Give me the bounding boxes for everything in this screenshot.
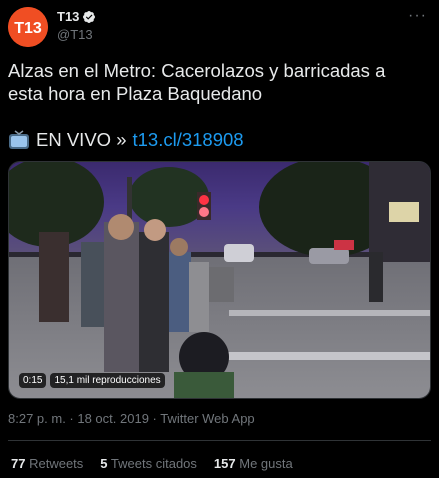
tweet-text: Alzas en el Metro: Cacerolazos y barrica…	[8, 60, 386, 104]
stat-retweets[interactable]: 77 Retweets	[11, 456, 83, 471]
video-thumbnail	[9, 162, 430, 398]
handle[interactable]: @T13	[57, 27, 96, 42]
live-label: EN VIVO »	[36, 129, 127, 150]
video-duration: 0:15	[19, 373, 47, 388]
display-name[interactable]: T13	[57, 9, 96, 24]
t13-logo-icon: T13	[8, 7, 48, 47]
more-icon[interactable]: ···	[408, 7, 427, 25]
tweet-header: T13 T13 @T13 ···	[8, 7, 431, 47]
tweet-stats: 77 Retweets 5 Tweets citados 157 Me gust…	[11, 456, 293, 471]
divider	[8, 440, 431, 441]
like-label: Me gusta	[239, 456, 293, 471]
tweet: T13 T13 @T13 ··· Alzas en el Metro: Cace…	[0, 0, 439, 478]
retweet-count: 77	[11, 456, 26, 471]
svg-text:T13: T13	[14, 20, 42, 37]
stat-likes[interactable]: 157 Me gusta	[214, 456, 293, 471]
verified-badge-icon	[83, 10, 96, 23]
display-name-text[interactable]: T13	[57, 9, 79, 24]
tv-icon	[9, 130, 29, 149]
like-count: 157	[213, 456, 236, 471]
stat-quotes[interactable]: 5 Tweets citados	[100, 456, 197, 471]
avatar[interactable]: T13	[8, 7, 48, 47]
retweet-label: Retweets	[29, 456, 84, 471]
live-line: EN VIVO » t13.cl/318908	[8, 129, 244, 151]
video-badges: 0:15 15,1 mil reproducciones	[19, 373, 165, 388]
video-player[interactable]: 0:15 15,1 mil reproducciones	[8, 161, 431, 399]
quote-count: 5	[100, 456, 108, 471]
quote-label: Tweets citados	[110, 456, 197, 471]
tweet-link[interactable]: t13.cl/318908	[132, 129, 243, 151]
video-views: 15,1 mil reproducciones	[50, 373, 165, 388]
account-names: T13 @T13	[57, 9, 96, 42]
tweet-timestamp[interactable]: 8:27 p. m. · 18 oct. 2019 · Twitter Web …	[8, 411, 255, 426]
